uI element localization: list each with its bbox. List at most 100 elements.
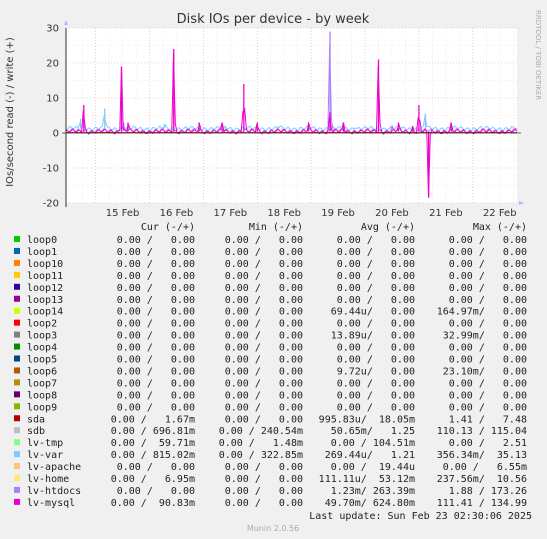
legend-header: Cur (-/+) Min (-/+) Avg (-/+) Max (-/+) xyxy=(141,222,527,233)
legend-min: 0.00 / 0.00 xyxy=(225,462,303,473)
legend-avg: 0.00 / 104.51m xyxy=(331,438,415,449)
col-cur-header: Cur (-/+) xyxy=(141,222,195,233)
legend-cur: 0.00 / 0.00 xyxy=(117,343,195,354)
legend-row-loop2: loop2 0.00 / 0.00 0.00 / 0.00 0.00 / 0.00 0.… xyxy=(14,319,527,330)
legend-avg: 0.00 / 19.44u xyxy=(331,462,415,473)
legend-row-loop14: loop14 0.00 / 0.00 0.00 / 0.00 69.44u/ 0.00… xyxy=(14,307,527,318)
legend-name: loop1 xyxy=(27,247,57,258)
legend-avg: 0.00 / 0.00 xyxy=(337,343,415,354)
col-min-header: Min (-/+) xyxy=(249,222,303,233)
legend-min: 0.00 / 0.00 xyxy=(225,486,303,497)
legend-row-sda: sda 0.00 / 1.67m 0.00 / 0.00 995.83u/ 18.05… xyxy=(14,414,527,425)
legend-cur: 0.00 / 90.83m xyxy=(111,498,195,509)
legend-cur: 0.00 / 0.00 xyxy=(117,247,195,258)
legend-cur: 0.00 / 0.00 xyxy=(117,271,195,282)
x-tick-label: 18 Feb xyxy=(267,208,301,219)
legend-avg: 0.00 / 0.00 xyxy=(337,283,415,294)
x-tick-label: 19 Feb xyxy=(321,208,355,219)
legend-cur: 0.00 / 0.00 xyxy=(117,307,195,318)
legend-cur: 0.00 / 0.00 xyxy=(117,295,195,306)
legend-name: loop7 xyxy=(27,378,57,389)
legend-row-lv-mysql: lv-mysql 0.00 / 90.83m 0.00 / 0.00 49.70m/ … xyxy=(14,498,527,509)
legend-avg: 0.00 / 0.00 xyxy=(337,378,415,389)
legend-row-loop3: loop3 0.00 / 0.00 0.00 / 0.00 13.89u/ 0.00 3… xyxy=(14,331,527,342)
legend-name: sda xyxy=(27,414,45,425)
legend-max: 0.00 / 0.00 xyxy=(449,295,527,306)
legend-cur: 0.00 / 0.00 xyxy=(117,259,195,270)
legend-row-loop0: loop0 0.00 / 0.00 0.00 / 0.00 0.00 / 0.00 0.… xyxy=(14,235,527,246)
legend-min: 0.00 / 0.00 xyxy=(225,402,303,413)
legend-max: 110.13 / 115.04 xyxy=(437,426,527,437)
legend-row-loop8: loop8 0.00 / 0.00 0.00 / 0.00 0.00 / 0.00 0.… xyxy=(14,390,527,401)
legend-row-loop6: loop6 0.00 / 0.00 0.00 / 0.00 9.72u/ 0.00 23… xyxy=(14,366,527,377)
legend-swatch-loop0 xyxy=(14,236,20,242)
legend-min: 0.00 / 0.00 xyxy=(225,319,303,330)
legend-row-loop4: loop4 0.00 / 0.00 0.00 / 0.00 0.00 / 0.00 0.… xyxy=(14,343,527,354)
legend-name: loop2 xyxy=(27,319,57,330)
legend-row-loop5: loop5 0.00 / 0.00 0.00 / 0.00 0.00 / 0.00 0.… xyxy=(14,355,527,366)
legend-name: loop4 xyxy=(27,343,57,354)
x-tick-label: 20 Feb xyxy=(375,208,409,219)
legend-name: lv-tmp xyxy=(27,438,63,449)
legend-swatch-loop7 xyxy=(14,379,20,386)
legend-min: 0.00 / 0.00 xyxy=(225,307,303,318)
legend-cur: 0.00 / 0.00 xyxy=(117,319,195,330)
legend-avg: 0.00 / 0.00 xyxy=(337,390,415,401)
legend-avg: 50.65m/ 1.25 xyxy=(331,426,415,437)
legend-cur: 0.00 / 0.00 xyxy=(117,355,195,366)
col-avg-header: Avg (-/+) xyxy=(361,222,415,233)
y-axis-arrow xyxy=(64,20,68,25)
legend-min: 0.00 / 0.00 xyxy=(225,355,303,366)
legend-max: 1.88 / 173.26 xyxy=(449,486,527,497)
legend-swatch-lv-home xyxy=(14,475,20,481)
legend-swatch-sda xyxy=(14,415,20,422)
legend-max: 111.41 / 134.99 xyxy=(437,498,527,509)
legend-min: 0.00 / 0.00 xyxy=(225,295,303,306)
legend-swatch-loop10 xyxy=(14,259,20,266)
legend-cur: 0.00 / 1.67m xyxy=(111,414,195,425)
legend-row-lv-htdocs: lv-htdocs 0.00 / 0.00 0.00 / 0.00 1.23m/ 26… xyxy=(14,486,527,497)
legend-avg: 0.00 / 0.00 xyxy=(337,271,415,282)
legend-max: 0.00 / 6.55m xyxy=(443,462,527,473)
legend-swatch-loop12 xyxy=(14,283,20,290)
y-tick-label: -20 xyxy=(43,199,59,210)
legend-cur: 0.00 / 6.95m xyxy=(111,474,195,485)
legend-cur: 0.00 / 0.00 xyxy=(117,283,195,294)
legend-max: 356.34m/ 35.13 xyxy=(437,450,527,461)
legend-avg: 995.83u/ 18.05m xyxy=(319,414,415,425)
legend-cur: 0.00 / 0.00 xyxy=(117,235,195,246)
legend-min: 0.00 / 0.00 xyxy=(225,390,303,401)
legend-swatch-lv-tmp xyxy=(14,439,20,446)
legend-max: 0.00 / 2.51 xyxy=(449,438,527,449)
legend-swatch-loop8 xyxy=(14,391,20,398)
legend-avg: 0.00 / 0.00 xyxy=(337,295,415,306)
legend-max: 0.00 / 0.00 xyxy=(449,319,527,330)
legend-row-loop12: loop12 0.00 / 0.00 0.00 / 0.00 0.00 / 0.00 0… xyxy=(14,283,527,294)
legend-swatch-loop13 xyxy=(14,295,20,302)
legend-swatch-loop9 xyxy=(14,403,20,410)
legend-swatch-loop1 xyxy=(14,247,20,254)
legend-cur: 0.00 / 59.71m xyxy=(111,438,195,449)
legend-name: lv-mysql xyxy=(27,498,75,509)
legend-min: 0.00 / 240.54m xyxy=(219,426,303,437)
legend-name: loop6 xyxy=(27,366,57,377)
legend-max: 164.97m/ 0.00 xyxy=(437,307,527,318)
legend-row-loop7: loop7 0.00 / 0.00 0.00 / 0.00 0.00 / 0.00 0.… xyxy=(14,378,527,389)
legend-min: 0.00 / 0.00 xyxy=(225,331,303,342)
legend-name: loop10 xyxy=(27,259,63,270)
legend-min: 0.00 / 1.48m xyxy=(219,438,303,449)
legend-min: 0.00 / 0.00 xyxy=(225,498,303,509)
legend-name: loop12 xyxy=(27,283,63,294)
legend-max: 0.00 / 0.00 xyxy=(449,355,527,366)
legend-row-loop10: loop10 0.00 / 0.00 0.00 / 0.00 0.00 / 0.00 0… xyxy=(14,259,527,270)
legend-swatch-loop5 xyxy=(14,355,20,362)
legend-swatch-lv-apache xyxy=(14,463,20,470)
legend-swatch-loop2 xyxy=(14,319,20,326)
legend-min: 0.00 / 0.00 xyxy=(225,259,303,270)
legend-row-loop9: loop9 0.00 / 0.00 0.00 / 0.00 0.00 / 0.00 0.… xyxy=(14,402,527,413)
y-tick-label: 30 xyxy=(46,24,59,35)
legend-avg: 0.00 / 0.00 xyxy=(337,355,415,366)
legend-avg: 0.00 / 0.00 xyxy=(337,319,415,330)
legend-max: 0.00 / 0.00 xyxy=(449,343,527,354)
legend-name: loop9 xyxy=(27,402,57,413)
